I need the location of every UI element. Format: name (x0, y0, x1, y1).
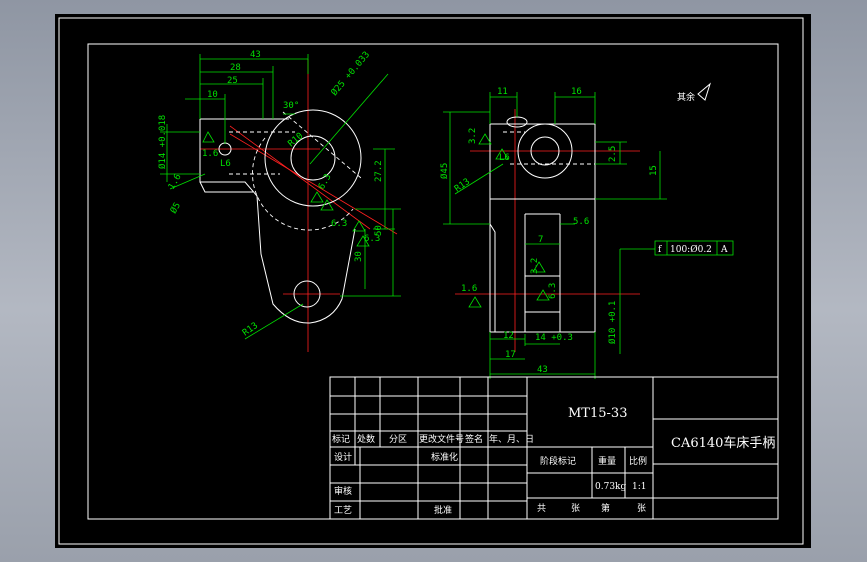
label-weight: 重量 (598, 455, 616, 467)
left-view: 43 28 25 10 30° Ø25 +0.033 Ø14 +0.018 1.… (157, 49, 401, 352)
hdr-docno: 更改文件号 (419, 433, 464, 445)
dim-right-25: 2.5 (608, 146, 618, 162)
dim-right-63: 6.3 (548, 283, 558, 299)
roughness-note: 其余 (677, 91, 695, 103)
label-approve: 批准 (434, 504, 452, 516)
dim-left-10: 10 (207, 90, 218, 100)
right-view: 11 16 3.2 L6 Ø45 R13 2.5 15 5.6 7 3.2 1.… (439, 87, 734, 379)
dim-right-phi45: Ø45 (439, 163, 450, 179)
dim-right-l6: L6 (499, 153, 510, 163)
dim-left-phi5: Ø5 (168, 201, 183, 216)
value-scale: 1:1 (632, 482, 646, 492)
cad-drawing: 43 28 25 10 30° Ø25 +0.033 Ø14 +0.018 1.… (58, 17, 804, 545)
dim-left-r10: R10 (287, 131, 306, 149)
dim-left-63a: 6.3 (317, 172, 334, 191)
hdr-date: 年、月、日 (489, 433, 534, 445)
label-stage-mark: 阶段标记 (540, 455, 576, 467)
label-design: 设计 (334, 451, 352, 463)
label-no: 第 (601, 502, 610, 514)
dim-right-16c: 1.6 (461, 284, 477, 294)
dim-left-phi14: Ø14 +0.018 (157, 115, 168, 169)
label-sheets: 张 (571, 503, 580, 514)
dim-right-15: 15 (649, 165, 659, 176)
dim-left-30: 30 (354, 251, 364, 262)
dim-left-27: 27.2 (374, 160, 384, 182)
dim-right-32b: 3.2 (530, 258, 540, 274)
dim-right-r13: R13 (453, 177, 472, 195)
dim-right-11: 11 (497, 87, 508, 97)
dim-right-17: 17 (505, 350, 516, 360)
label-process: 工艺 (334, 505, 352, 516)
dim-right-phi10: Ø10 +0.1 (607, 301, 618, 344)
dim-left-16a: 1.6 (202, 149, 218, 159)
tol-symbol: f (658, 245, 662, 255)
value-weight: 0.73kg (595, 482, 626, 492)
hdr-zone: 分区 (389, 434, 407, 445)
hdr-sign: 签名 (465, 433, 483, 445)
label-sheet2: 张 (637, 503, 646, 514)
hdr-mark: 标记 (332, 433, 350, 445)
label-review: 审核 (334, 485, 352, 497)
cad-viewport[interactable]: 43 28 25 10 30° Ø25 +0.033 Ø14 +0.018 1.… (55, 14, 811, 548)
dim-right-14: 14 +0.3 (535, 333, 573, 343)
tol-value: 100:Ø0.2 (670, 244, 712, 255)
dim-left-28: 28 (230, 63, 241, 73)
dim-right-56: 5.6 (573, 217, 589, 227)
hdr-count: 处数 (357, 433, 375, 445)
dim-right-12: 12 (503, 331, 514, 341)
dim-left-16b: 1.6 (167, 172, 184, 191)
dim-left-l6: L6 (220, 159, 231, 169)
drawing-number: MT15-33 (568, 406, 627, 421)
label-total: 共 (537, 503, 546, 514)
dim-right-7: 7 (538, 235, 543, 245)
part-name: CA6140车床手柄 (671, 435, 775, 451)
dim-left-50: 50 (374, 225, 384, 236)
dim-left-63b: 6.3 (331, 219, 347, 229)
dim-left-25: 25 (227, 76, 238, 86)
dim-left-phi25: Ø25 +0.033 (329, 49, 372, 98)
dim-left-43: 43 (250, 50, 261, 60)
label-scale: 比例 (629, 455, 647, 467)
tol-datum: A (720, 245, 728, 255)
dim-right-32a: 3.2 (468, 128, 478, 144)
dim-right-16: 16 (571, 87, 582, 97)
label-standard: 标准化 (431, 451, 458, 463)
dim-right-43: 43 (537, 365, 548, 375)
roughness-symbol-icon (697, 82, 711, 101)
dim-left-30deg: 30° (283, 101, 299, 111)
